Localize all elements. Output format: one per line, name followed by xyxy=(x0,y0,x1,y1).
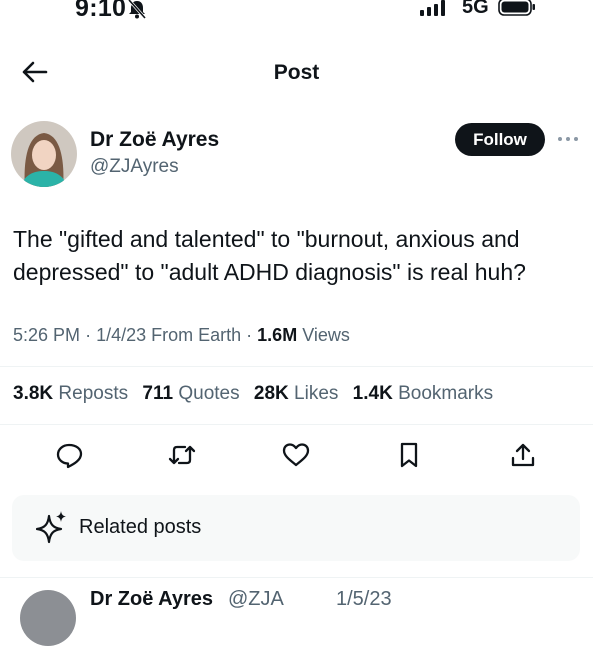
post-date[interactable]: 1/4/23 xyxy=(96,325,146,345)
bell-slash-icon xyxy=(127,0,147,19)
follow-button[interactable]: Follow xyxy=(455,123,545,156)
battery-icon xyxy=(498,0,535,16)
author-handle[interactable]: @ZJAyres xyxy=(90,156,179,178)
engagement-stats: 3.8K Reposts 711 Quotes 28K Likes 1.4K B… xyxy=(13,383,493,405)
page-title: Post xyxy=(273,61,320,84)
like-icon[interactable] xyxy=(281,441,311,469)
related-posts-label[interactable]: Related posts xyxy=(79,516,201,539)
views-label: Views xyxy=(302,325,350,345)
post-text: The "gifted and talented" to "burnout, a… xyxy=(13,226,526,285)
bookmarks-stat[interactable]: 1.4K Bookmarks xyxy=(353,383,493,404)
repost-icon[interactable] xyxy=(167,441,197,469)
status-time: 9:10 xyxy=(75,0,127,22)
signal-icon xyxy=(420,0,445,16)
divider xyxy=(0,366,593,367)
divider xyxy=(0,424,593,425)
reply-icon[interactable] xyxy=(55,441,85,469)
author-name[interactable]: Dr Zoë Ayres xyxy=(90,128,219,152)
reposts-stat[interactable]: 3.8K Reposts xyxy=(13,383,128,404)
share-icon[interactable] xyxy=(508,441,538,469)
more-icon[interactable] xyxy=(556,130,580,148)
post-meta: 5:26 PM · 1/4/23 From Earth · 1.6M Views xyxy=(13,325,350,345)
likes-stat[interactable]: 28K Likes xyxy=(254,383,339,404)
views-count: 1.6M xyxy=(257,325,298,345)
quotes-stat[interactable]: 711 Quotes xyxy=(142,383,239,404)
bookmark-icon[interactable] xyxy=(394,441,424,469)
network-type: 5G xyxy=(462,0,489,18)
avatar[interactable] xyxy=(11,121,77,187)
post-source: From Earth xyxy=(151,325,242,345)
sparkle-icon xyxy=(36,511,66,544)
reply-avatar[interactable] xyxy=(20,590,76,646)
post-time: 5:26 PM xyxy=(13,325,81,345)
divider xyxy=(0,577,593,578)
